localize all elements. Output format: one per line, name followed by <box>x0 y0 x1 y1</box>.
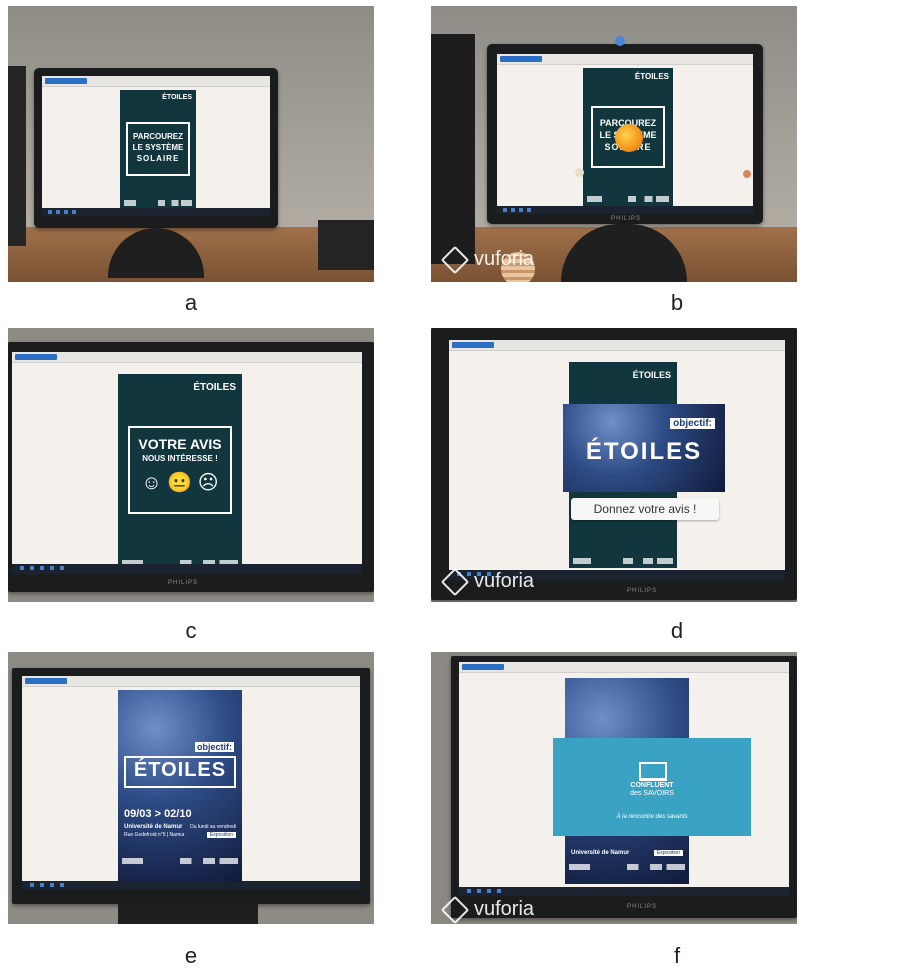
panel-a: ÉTOILES PARCOUREZ LE SYSTÈME SOLAIRE <box>8 6 374 282</box>
taskbar <box>42 208 270 216</box>
window-titlebar <box>497 54 753 65</box>
poster-objectif: objectif: <box>195 742 234 752</box>
panel-b: ÉTOILES PARCOUREZ LE SYSTÈME SOLAIRE PHI… <box>431 6 797 282</box>
sponsor-logos <box>124 200 192 206</box>
poster-header: ÉTOILES <box>193 382 236 393</box>
left-speaker <box>431 34 475 264</box>
monitor: ÉTOILES PARCOUREZ LE SYSTÈME SOLAIRE <box>34 68 278 228</box>
caption-c: c <box>185 618 197 643</box>
window-titlebar <box>449 340 785 351</box>
poster-header: ÉTOILES <box>162 94 192 101</box>
taskbar <box>12 564 362 574</box>
window-titlebar <box>12 352 362 363</box>
panel-d: ÉTOILES PHILIPS objectif: ÉTOILES Donnez… <box>431 328 797 602</box>
poster-title: ÉTOILES <box>133 759 227 781</box>
poster-header: ÉTOILES <box>634 72 669 81</box>
monitor-brand: PHILIPS <box>627 588 658 594</box>
vuforia-logo-icon <box>440 895 470 924</box>
caption-f: f <box>673 943 681 968</box>
taskbar <box>22 881 360 890</box>
sun-planet <box>615 124 643 152</box>
vuforia-watermark: vuforia <box>440 895 535 924</box>
panel-f: Université de Namur Exposition PHILIPS C… <box>431 652 797 924</box>
caption-d: d <box>670 618 684 643</box>
vuforia-logo-icon <box>440 245 470 274</box>
browser-tab <box>15 354 57 360</box>
overlay-tagline: À la rencontre des savants <box>616 814 688 820</box>
overlay-title: ÉTOILES <box>585 438 703 465</box>
browser-tab <box>462 664 504 670</box>
monitor-brand: PHILIPS <box>168 580 199 586</box>
monitor-brand: PHILIPS <box>627 904 658 910</box>
caption-b: b <box>670 290 684 315</box>
monitor-screen: ÉTOILES PARCOUREZ LE SYSTÈME SOLAIRE <box>42 76 270 216</box>
poster-faces: ☺ 😐 ☹ <box>118 470 242 495</box>
poster-type: Exposition <box>653 850 683 856</box>
monitor: objectif: ÉTOILES 09/03 > 02/10 Universi… <box>12 668 370 904</box>
sad-face-icon: ☹ <box>197 472 219 494</box>
panel-e: objectif: ÉTOILES 09/03 > 02/10 Universi… <box>8 652 374 924</box>
poster-line-2: NOUS INTÉRESSE ! <box>142 454 218 463</box>
poster-header: ÉTOILES <box>632 370 671 380</box>
vuforia-text: vuforia <box>474 570 535 592</box>
poster-type: Exposition <box>206 832 236 838</box>
vuforia-text: vuforia <box>474 248 535 270</box>
taskbar <box>497 206 753 214</box>
vuforia-watermark: vuforia <box>440 245 535 274</box>
poster-line-3: SOLAIRE <box>136 154 180 163</box>
sponsor-logos <box>573 558 673 564</box>
building-logo-icon <box>639 762 667 781</box>
neutral-face-icon: 😐 <box>167 472 193 494</box>
small-planet <box>575 168 584 177</box>
browser-tab <box>25 678 67 684</box>
sponsor-logos <box>122 858 238 864</box>
left-speaker <box>8 66 26 246</box>
monitor: ÉTOILES VOTRE AVIS NOUS INTÉRESSE ! ☺ 😐 … <box>8 342 374 592</box>
caption-a: a <box>184 290 198 315</box>
overlay-objectif: objectif: <box>670 418 715 429</box>
poster-line-1: VOTRE AVIS <box>138 436 222 452</box>
vuforia-text: vuforia <box>474 898 535 920</box>
poster: objectif: ÉTOILES 09/03 > 02/10 Universi… <box>118 690 242 882</box>
monitor-stand <box>118 904 258 924</box>
window-titlebar <box>459 662 789 673</box>
sponsor-logos <box>587 196 669 202</box>
poster-dates: 09/03 > 02/10 <box>124 808 192 820</box>
caption-e: e <box>184 943 198 968</box>
browser-tab <box>452 342 494 348</box>
window-titlebar <box>42 76 270 87</box>
poster: ÉTOILES VOTRE AVIS NOUS INTÉRESSE ! ☺ 😐 … <box>118 374 242 570</box>
poster-line-2: LE SYSTÈME <box>132 143 184 152</box>
panel-c: ÉTOILES VOTRE AVIS NOUS INTÉRESSE ! ☺ 😐 … <box>8 328 374 602</box>
poster-schedule: Du lundi au vendredi <box>190 824 236 830</box>
right-device <box>318 220 374 270</box>
overlay-org-line-1: CONFLUENT <box>630 782 674 789</box>
browser-tab <box>45 78 87 84</box>
moon-icon <box>615 36 625 46</box>
monitor-screen: objectif: ÉTOILES 09/03 > 02/10 Universi… <box>22 676 360 890</box>
feedback-button[interactable]: Donnez votre avis ! <box>571 498 719 520</box>
sponsor-logos <box>569 864 685 870</box>
ar-overlay-card: CONFLUENT des SAVOIRS À la rencontre des… <box>553 738 751 836</box>
overlay-org-line-2: des SAVOIRS <box>630 790 674 797</box>
window-titlebar <box>22 676 360 687</box>
browser-tab <box>500 56 542 62</box>
monitor-brand: PHILIPS <box>611 216 642 222</box>
mars-planet <box>743 170 751 178</box>
vuforia-logo-icon <box>440 567 470 596</box>
vuforia-watermark: vuforia <box>440 567 535 596</box>
happy-face-icon: ☺ <box>141 472 162 494</box>
ar-overlay-banner: objectif: ÉTOILES <box>563 404 725 492</box>
taskbar <box>459 887 789 896</box>
poster-line-1: PARCOUREZ <box>132 132 184 141</box>
monitor-screen: ÉTOILES VOTRE AVIS NOUS INTÉRESSE ! ☺ 😐 … <box>12 352 362 574</box>
poster: ÉTOILES PARCOUREZ LE SYSTÈME SOLAIRE <box>120 90 196 210</box>
